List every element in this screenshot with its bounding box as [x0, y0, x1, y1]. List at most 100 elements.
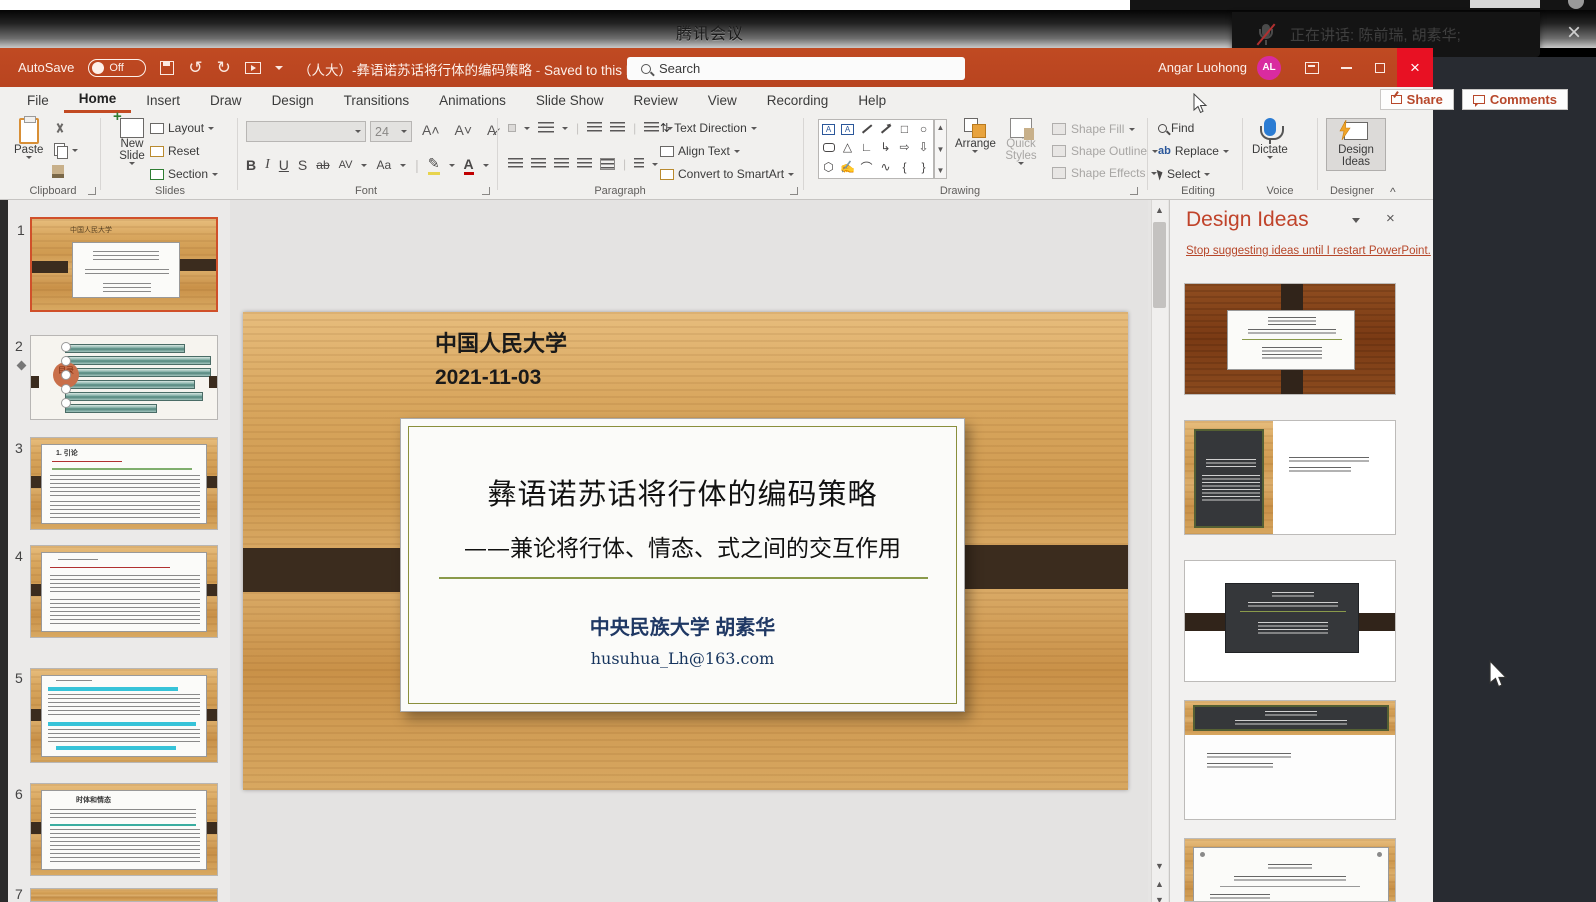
account-avatar[interactable]: AL: [1257, 56, 1281, 80]
cut-icon[interactable]: [52, 123, 68, 137]
autosave-toggle[interactable]: Off: [88, 59, 146, 77]
rounded-rectangle-shape-icon[interactable]: [823, 143, 835, 152]
textbox-horizontal-icon[interactable]: A: [822, 124, 835, 135]
quick-styles-button[interactable]: Quick Styles: [1000, 118, 1042, 165]
gallery-up-icon[interactable]: ▲: [937, 123, 945, 132]
columns-button[interactable]: [634, 158, 644, 170]
design-suggestion-3[interactable]: [1184, 560, 1396, 682]
next-slide-icon[interactable]: ▼: [1152, 892, 1167, 902]
strikethrough-button[interactable]: ab: [316, 158, 329, 172]
tab-animations[interactable]: Animations: [424, 89, 521, 112]
font-name-combobox[interactable]: [246, 121, 366, 142]
tab-file[interactable]: File: [12, 89, 64, 112]
collapse-ribbon-icon[interactable]: ^: [1390, 185, 1404, 195]
slide-thumbnail-2[interactable]: 目录: [30, 335, 218, 420]
design-ideas-button[interactable]: Design Ideas: [1326, 118, 1386, 171]
bullets-button[interactable]: [508, 124, 516, 132]
section-button[interactable]: Section: [168, 167, 208, 181]
tab-slide-show[interactable]: Slide Show: [521, 89, 619, 112]
minimize-button[interactable]: [1329, 48, 1363, 87]
slide-thumbnail-1[interactable]: 中国人民大学: [30, 217, 218, 312]
scrollbar-thumb[interactable]: [1153, 222, 1166, 308]
decrease-indent-button[interactable]: [587, 122, 602, 134]
elbow-connector-icon[interactable]: ∟: [861, 140, 873, 154]
line-shape-icon[interactable]: [861, 125, 871, 134]
font-size-combobox[interactable]: 24: [370, 121, 412, 142]
meeting-close-icon[interactable]: ×: [1556, 18, 1592, 48]
textbox-vertical-icon[interactable]: A: [841, 124, 854, 135]
select-button[interactable]: Select: [1167, 167, 1200, 181]
line-spacing-button[interactable]: [644, 122, 659, 134]
clipboard-dialog-launcher-icon[interactable]: [88, 187, 96, 195]
ribbon-display-options-button[interactable]: [1295, 48, 1329, 87]
grow-font-button[interactable]: A˄: [418, 122, 444, 138]
slide-author[interactable]: 中央民族大学 胡素华: [401, 611, 964, 640]
left-brace-shape-icon[interactable]: {: [902, 160, 906, 174]
tab-transitions[interactable]: Transitions: [329, 89, 425, 112]
tab-draw[interactable]: Draw: [195, 89, 257, 112]
reset-button[interactable]: Reset: [168, 144, 199, 158]
new-slide-button[interactable]: New Slide: [110, 118, 154, 165]
align-center-button[interactable]: [531, 158, 546, 170]
change-case-button[interactable]: Aa: [376, 158, 391, 172]
search-input[interactable]: Search: [627, 57, 965, 80]
gallery-more-icon[interactable]: ▼: [937, 166, 945, 175]
curve-shape-icon[interactable]: ∿: [880, 160, 890, 174]
previous-slide-icon[interactable]: ▲: [1152, 876, 1167, 892]
align-left-button[interactable]: [508, 158, 523, 170]
quick-access-chevron-icon[interactable]: [275, 66, 283, 70]
replace-button[interactable]: Replace: [1175, 144, 1219, 158]
tab-view[interactable]: View: [693, 89, 752, 112]
stop-suggesting-link[interactable]: Stop suggesting ideas until I restart Po…: [1186, 245, 1431, 257]
tab-insert[interactable]: Insert: [131, 89, 195, 112]
find-button[interactable]: Find: [1171, 121, 1194, 135]
slide-title-card[interactable]: 彝语诺苏话将行体的编码策略 ——兼论将行体、情态、式之间的交互作用 中央民族大学…: [400, 418, 965, 712]
undo-icon[interactable]: ↺: [188, 59, 202, 76]
align-right-button[interactable]: [554, 158, 569, 170]
design-suggestion-2[interactable]: [1184, 420, 1396, 535]
text-direction-button[interactable]: Text Direction: [674, 121, 747, 135]
shape-gallery[interactable]: A A □ ○ △ ∟ ↳ ⇨ ⇩ ⬡ ✍ ⌒ ∿ { }: [818, 119, 934, 179]
copy-icon[interactable]: [52, 143, 68, 157]
shape-outline-button[interactable]: Shape Outline: [1071, 144, 1147, 158]
italic-button[interactable]: I: [265, 157, 270, 173]
triangle-shape-icon[interactable]: △: [843, 140, 852, 154]
paragraph-dialog-launcher-icon[interactable]: [790, 187, 798, 195]
redo-icon[interactable]: ↻: [217, 59, 231, 76]
font-color-button[interactable]: A: [464, 156, 474, 175]
rectangle-shape-icon[interactable]: □: [901, 122, 908, 136]
paste-button[interactable]: Paste: [14, 118, 43, 159]
comments-button[interactable]: Comments: [1462, 89, 1568, 110]
text-shadow-button[interactable]: S: [298, 157, 307, 173]
highlight-color-button[interactable]: ✎: [428, 155, 440, 175]
gallery-down-icon[interactable]: ▼: [937, 145, 945, 154]
tab-design[interactable]: Design: [257, 89, 329, 112]
format-painter-icon[interactable]: [52, 165, 64, 178]
slide-thumbnail-4[interactable]: [30, 545, 218, 638]
slide-email[interactable]: husuhua_Lh@163.com: [401, 649, 964, 668]
slide-thumbnail-7[interactable]: [30, 888, 218, 902]
justify-button[interactable]: [577, 158, 592, 170]
numbering-button[interactable]: [538, 122, 554, 134]
right-brace-shape-icon[interactable]: }: [921, 160, 925, 174]
account-name[interactable]: Angar Luohong: [1158, 60, 1247, 75]
shape-fill-button[interactable]: Shape Fill: [1071, 122, 1124, 136]
layout-button[interactable]: Layout: [168, 121, 204, 135]
increase-indent-button[interactable]: [610, 122, 625, 134]
scribble-shape-icon[interactable]: ✍: [840, 160, 855, 174]
convert-to-smartart-button[interactable]: Convert to SmartArt: [678, 167, 784, 181]
save-icon[interactable]: [160, 61, 174, 75]
drawing-dialog-launcher-icon[interactable]: [1130, 187, 1138, 195]
font-dialog-launcher-icon[interactable]: [482, 187, 490, 195]
design-ideas-close-icon[interactable]: ×: [1386, 210, 1395, 227]
design-suggestion-1[interactable]: [1184, 283, 1396, 395]
design-ideas-options-icon[interactable]: [1352, 218, 1360, 223]
bold-button[interactable]: B: [246, 157, 256, 173]
tab-recording[interactable]: Recording: [752, 89, 844, 112]
close-button[interactable]: ×: [1397, 48, 1433, 87]
arrange-button[interactable]: Arrange: [955, 118, 996, 153]
freeform-shape-icon[interactable]: ⬡: [823, 160, 833, 174]
slide-university-text[interactable]: 中国人民大学: [435, 326, 567, 358]
tab-review[interactable]: Review: [618, 89, 692, 112]
shape-effects-button[interactable]: Shape Effects: [1071, 166, 1146, 180]
